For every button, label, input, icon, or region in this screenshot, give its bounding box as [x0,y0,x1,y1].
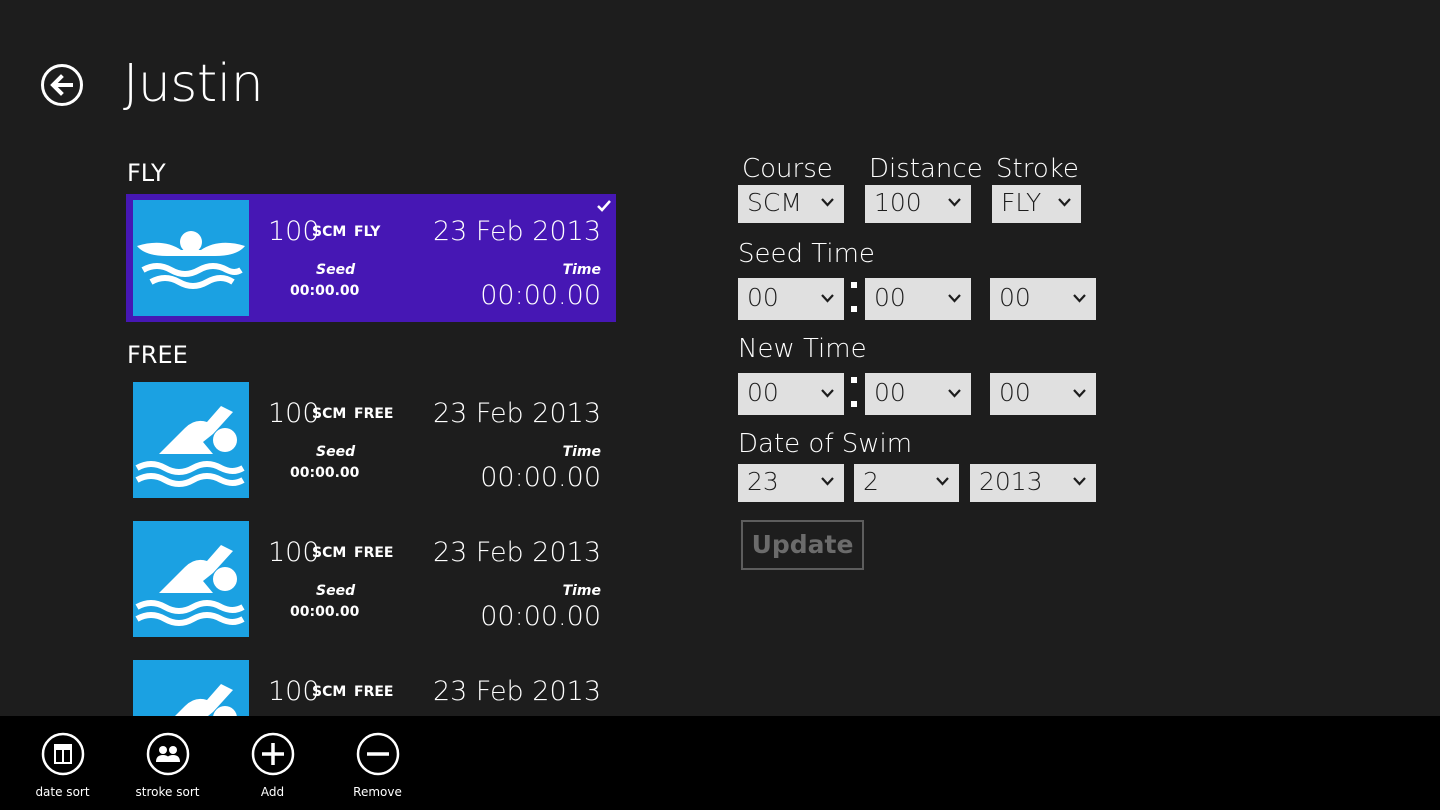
swim-item[interactable]: 100 SCM FREE 23 Feb 2013 Seed 00:00.00 T… [126,515,616,643]
new-seconds-value: 00 [874,378,906,407]
stroke: FREE [354,545,394,561]
day-value: 23 [747,467,779,496]
back-button[interactable] [40,63,84,107]
swim-item[interactable]: 100 SCM FLY 23 Feb 2013 Seed 00:00.00 Ti… [126,194,616,322]
time-label: Time [562,583,601,599]
seed-time: 00:00.00 [290,283,360,299]
course-value: SCM [747,188,802,217]
seed-seconds-select[interactable]: 00 [865,278,971,320]
back-arrow-icon [41,64,83,106]
calendar-icon [41,732,84,776]
new-hundredths-value: 00 [999,378,1031,407]
seed-label: Seed [316,583,356,599]
course: SCM [312,545,347,561]
date-sort-label: date sort [35,785,90,799]
chevron-down-icon [821,389,834,398]
chevron-down-icon [1058,198,1071,207]
swim-item[interactable]: 100 SCM FREE 23 Feb 2013 Seed 00:00.00 T… [126,376,616,504]
checkmark-icon [597,200,611,212]
group-header-fly: FLY [127,159,166,187]
stroke-label: Stroke [996,154,1079,184]
course: SCM [312,406,347,422]
seed-minutes-value: 00 [747,283,779,312]
chevron-down-icon [1073,389,1086,398]
new-seconds-select[interactable]: 00 [865,373,971,415]
swim-date: 23 Feb 2013 [432,216,601,247]
time-label: Time [562,444,601,460]
stroke-sort-label: stroke sort [135,785,200,799]
group-header-free: FREE [127,341,188,369]
stroke: FLY [354,224,381,240]
month-select[interactable]: 2 [854,464,959,502]
seed-time-label: Seed Time [738,239,875,269]
course-label: Course [742,154,833,184]
new-hundredths-select[interactable]: 00 [990,373,1096,415]
month-value: 2 [863,467,879,496]
stroke: FREE [354,684,394,700]
seed-hundredths-select[interactable]: 00 [990,278,1096,320]
freestyle-swimmer-icon [133,382,249,498]
chevron-down-icon [948,198,961,207]
swim-list[interactable]: FLY 100 SCM FLY 23 Feb 2013 Seed 00:00.0… [126,150,626,716]
stroke: FREE [354,406,394,422]
remove-button[interactable]: Remove [325,732,430,802]
swim-time: 00:00.00 [480,462,601,493]
swim-item[interactable]: 100 SCM FREE 23 Feb 2013 [126,654,616,716]
seed-seconds-value: 00 [874,283,906,312]
time-separator [851,282,857,314]
distance-select[interactable]: 100 [865,185,971,223]
stroke-select[interactable]: FLY [992,185,1081,223]
plus-icon [251,732,294,776]
stroke-value: FLY [1001,188,1042,217]
chevron-down-icon [936,477,949,486]
seed-time: 00:00.00 [290,465,360,481]
distance-value: 100 [874,188,922,217]
course-select[interactable]: SCM [738,185,844,223]
swim-time: 00:00.00 [480,280,601,311]
time-label: Time [562,262,601,278]
chevron-down-icon [821,477,834,486]
seed-label: Seed [316,262,356,278]
date-sort-button[interactable]: date sort [10,732,115,802]
freestyle-swimmer-icon [133,660,249,716]
distance-label: Distance [869,154,983,184]
seed-hundredths-value: 00 [999,283,1031,312]
new-minutes-value: 00 [747,378,779,407]
add-label: Add [260,785,285,799]
year-value: 2013 [979,467,1043,496]
time-separator [851,377,857,409]
swim-date: 23 Feb 2013 [432,537,601,568]
people-icon [146,732,189,776]
new-minutes-select[interactable]: 00 [738,373,844,415]
chevron-down-icon [948,389,961,398]
stroke-sort-button[interactable]: stroke sort [115,732,220,802]
chevron-down-icon [821,294,834,303]
add-button[interactable]: Add [220,732,325,802]
chevron-down-icon [948,294,961,303]
day-select[interactable]: 23 [738,464,844,502]
remove-label: Remove [353,785,402,799]
date-of-swim-label: Date of Swim [738,429,913,459]
year-select[interactable]: 2013 [970,464,1096,502]
swim-date: 23 Feb 2013 [432,398,601,429]
swim-time: 00:00.00 [480,601,601,632]
chevron-down-icon [1073,294,1086,303]
seed-label: Seed [316,444,356,460]
seed-minutes-select[interactable]: 00 [738,278,844,320]
butterfly-swimmer-icon [133,200,249,316]
minus-icon [356,732,399,776]
chevron-down-icon [821,198,834,207]
page-title: Justin [123,54,264,114]
seed-time: 00:00.00 [290,604,360,620]
app-bar: date sort stroke sort Add Remove [0,716,1440,810]
swim-date: 23 Feb 2013 [432,676,601,707]
course: SCM [312,224,347,240]
freestyle-swimmer-icon [133,521,249,637]
course: SCM [312,684,347,700]
new-time-label: New Time [738,334,867,364]
update-button[interactable]: Update [741,520,864,570]
chevron-down-icon [1073,477,1086,486]
